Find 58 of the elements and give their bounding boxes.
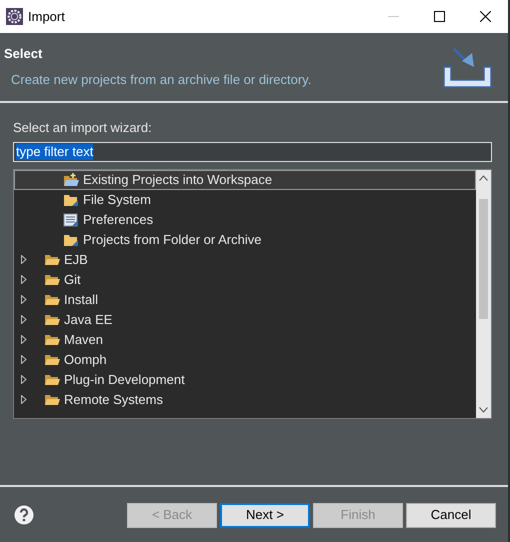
- tree-item[interactable]: File System: [14, 190, 476, 210]
- collapsed-arrow-icon[interactable]: [21, 255, 27, 264]
- collapsed-arrow-icon[interactable]: [21, 395, 27, 404]
- list-window-icon: [63, 212, 79, 226]
- collapsed-arrow-icon[interactable]: [21, 375, 27, 384]
- collapsed-arrow-icon[interactable]: [21, 275, 27, 284]
- open-folder-icon: [44, 352, 60, 366]
- folder-arrow-icon: [63, 192, 79, 206]
- gear-icon: [6, 8, 23, 25]
- scroll-down-icon[interactable]: [479, 406, 488, 412]
- collapsed-arrow-icon[interactable]: [21, 355, 27, 364]
- scroll-up-icon[interactable]: [479, 174, 488, 180]
- tree-item-label: Install: [64, 290, 98, 309]
- tree-item[interactable]: Plug-in Development: [14, 370, 476, 390]
- collapsed-arrow-icon[interactable]: [21, 335, 27, 344]
- tree-item-label: Preferences: [83, 210, 154, 229]
- page-title: Select: [4, 45, 44, 63]
- tree-item[interactable]: Existing Projects into Workspace: [14, 170, 476, 190]
- tree-item[interactable]: Projects from Folder or Archive: [14, 230, 476, 250]
- tree-item[interactable]: Java EE: [14, 310, 476, 330]
- tree-item-label: Plug-in Development: [64, 370, 185, 389]
- maximize-icon: [434, 11, 444, 22]
- minimize-icon: [388, 16, 398, 17]
- open-folder-icon: [44, 392, 60, 406]
- tree-item-label: Existing Projects into Workspace: [83, 170, 272, 189]
- tree-item[interactable]: Oomph: [14, 350, 476, 370]
- folder-arrow-icon: [63, 232, 79, 246]
- open-folder-icon: [44, 312, 60, 326]
- tree-item-label: File System: [83, 190, 151, 209]
- tree-item[interactable]: Maven: [14, 330, 476, 350]
- collapsed-arrow-icon[interactable]: [21, 315, 27, 324]
- close-icon: [480, 11, 490, 22]
- folder-plus-icon: [63, 172, 79, 186]
- tree-item-label: Java EE: [64, 310, 112, 329]
- tree-item[interactable]: Git: [14, 270, 476, 290]
- tree-item[interactable]: EJB: [14, 250, 476, 270]
- tree-item-label: Remote Systems: [64, 390, 163, 409]
- open-folder-icon: [44, 292, 60, 306]
- help-icon[interactable]: [14, 505, 34, 525]
- tree-item[interactable]: Install: [14, 290, 476, 310]
- open-folder-icon: [44, 252, 60, 266]
- dialog-button[interactable]: Next >: [220, 502, 310, 528]
- open-folder-icon: [44, 332, 60, 346]
- open-folder-icon: [44, 272, 60, 286]
- page-description: Create new projects from an archive file or directory.: [11, 70, 312, 89]
- collapsed-arrow-icon[interactable]: [21, 295, 27, 304]
- tree-item[interactable]: Remote Systems: [14, 390, 476, 410]
- tree-item-label: Projects from Folder or Archive: [83, 230, 262, 249]
- window-title: Import: [28, 8, 65, 26]
- dialog-button[interactable]: Cancel: [406, 502, 496, 528]
- tree-item[interactable]: Preferences: [14, 210, 476, 230]
- tree-item-label: EJB: [64, 250, 88, 269]
- wizard-label: Select an import wizard:: [13, 119, 153, 137]
- tree-item-label: Oomph: [64, 350, 107, 369]
- tree-item-label: Git: [64, 270, 81, 289]
- scrollbar[interactable]: [476, 170, 491, 418]
- tree-item-label: Maven: [64, 330, 104, 349]
- open-folder-icon: [44, 372, 60, 386]
